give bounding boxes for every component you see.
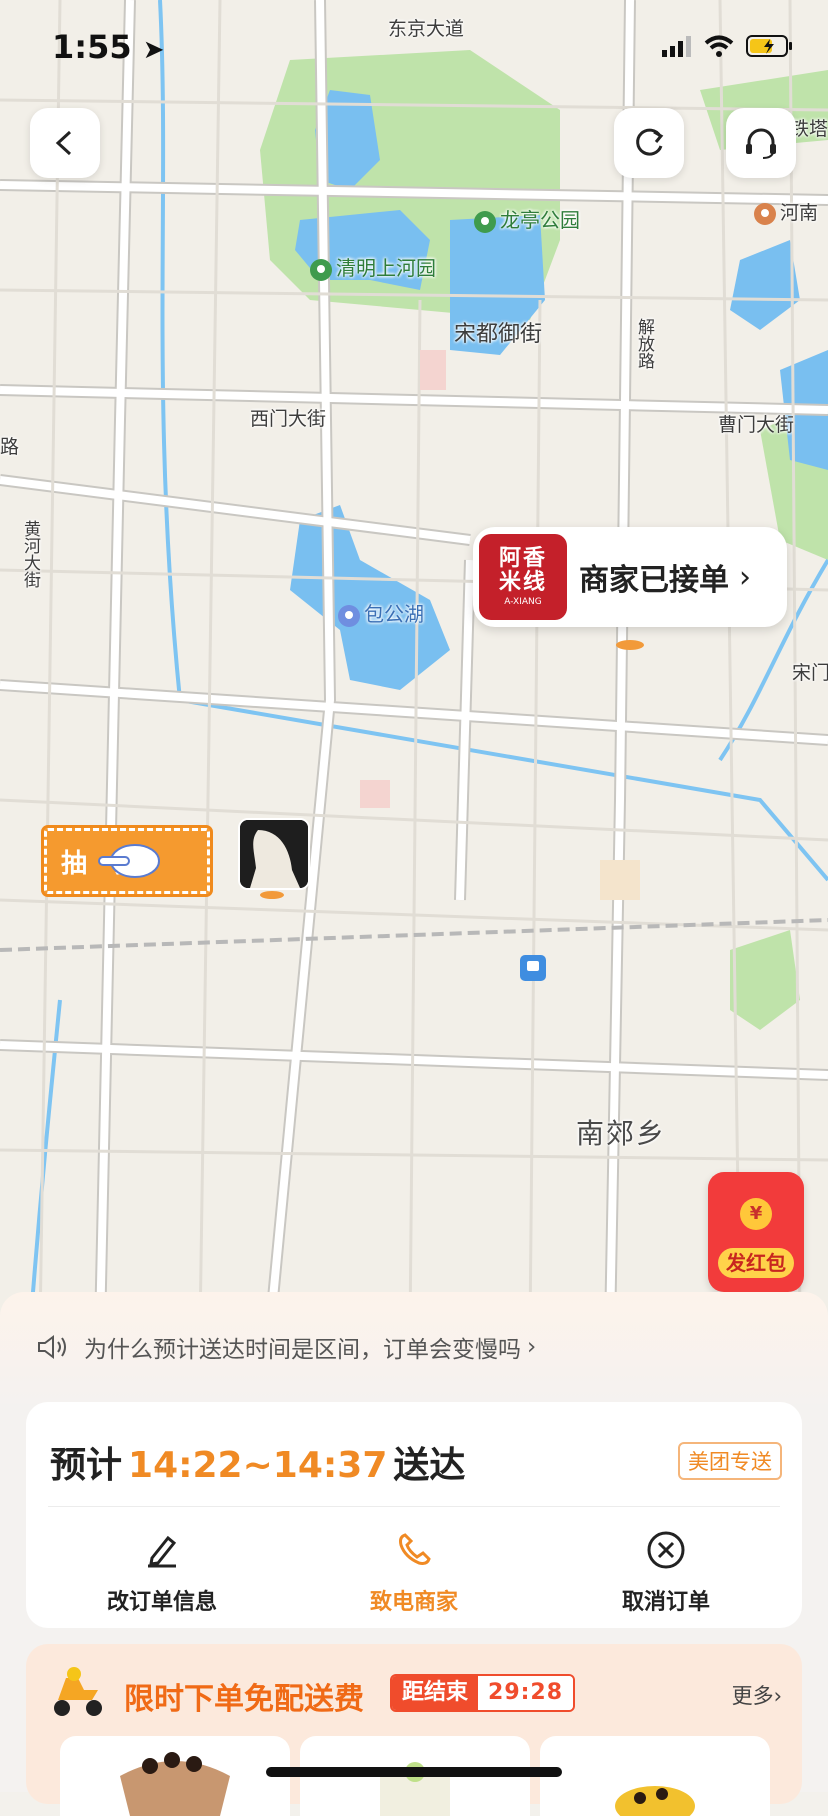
chevron-left-icon xyxy=(55,130,72,156)
close-circle-icon xyxy=(647,1531,685,1569)
promo-more-text: 更多 xyxy=(731,1684,774,1708)
map-label-road-left: 路 xyxy=(0,436,20,458)
park-icon xyxy=(474,210,496,233)
delivery-scooter-icon xyxy=(54,1667,102,1716)
map-label-nanjiao: 南郊乡 xyxy=(576,1117,667,1150)
merchant-status-bubble[interactable]: 阿香米线 A-XIANG 商家已接单 › xyxy=(473,527,787,627)
promo-more-link[interactable]: 更多› xyxy=(732,1680,782,1710)
home-indicator[interactable] xyxy=(266,1767,562,1777)
hand-pointer-icon xyxy=(98,844,160,878)
headset-icon xyxy=(746,128,776,159)
merchant-logo-en: A-XIANG xyxy=(504,597,542,607)
edit-order-label: 改订单信息 xyxy=(106,1590,217,1615)
wifi-icon xyxy=(704,35,734,57)
phone-icon xyxy=(399,1533,431,1565)
eta-notice[interactable]: 为什么预计送达时间是区间，订单会变慢吗 › xyxy=(36,1330,536,1364)
map-label-ximen-street: 西门大街 xyxy=(250,408,327,430)
promo-countdown: 距结束 29:28 xyxy=(390,1674,576,1712)
map-label-qingming-garden[interactable]: 清明上河园 xyxy=(310,252,436,281)
location-arrow-icon: ➤ xyxy=(142,35,165,65)
promo-product-card[interactable] xyxy=(540,1736,770,1816)
order-sheet: 为什么预计送达时间是区间，订单会变慢吗 › 预计 14:22~14:37 送达 … xyxy=(0,1292,828,1816)
eta-notice-text: 为什么预计送达时间是区间，订单会变慢吗 xyxy=(84,1337,521,1363)
promo-product-card[interactable] xyxy=(60,1736,290,1816)
speaker-icon xyxy=(38,1335,66,1359)
refresh-icon xyxy=(636,128,664,156)
cancel-order-label: 取消订单 xyxy=(621,1590,710,1615)
call-merchant-label: 致电商家 xyxy=(369,1590,458,1615)
status-time-text: 1:55 xyxy=(52,28,132,66)
map-label-songdu-street: 宋都御街 xyxy=(454,322,543,347)
eta-line: 预计 14:22~14:37 送达 xyxy=(50,1436,465,1488)
map-label-huanghe-street: 黄河大街 xyxy=(20,520,40,588)
school-icon xyxy=(754,202,776,225)
free-delivery-promo[interactable]: 限时下单免配送费 距结束 29:28 更多› xyxy=(26,1644,802,1816)
eta-range: 14:22~14:37 xyxy=(128,1445,388,1486)
cellular-signal-icon xyxy=(662,36,691,57)
bubble-tea-image xyxy=(120,1752,230,1816)
merchant-status-text: 商家已接单 xyxy=(579,563,729,598)
map-label-jiefang-road: 解放路 xyxy=(634,318,654,369)
countdown-label: 距结束 xyxy=(392,1676,479,1710)
status-time: 1:55 ➤ xyxy=(52,28,165,66)
avatar-image xyxy=(240,820,308,888)
divider xyxy=(48,1506,780,1507)
chevron-right-icon: › xyxy=(527,1334,537,1360)
map-view[interactable]: 东京大道 龙亭公园 清明上河园 宋都御街 解放路 西门大街 曹门大街 路 黄河大… xyxy=(0,0,828,1330)
merchant-logo: 阿香米线 A-XIANG xyxy=(479,534,567,620)
courier-avatar[interactable] xyxy=(238,818,310,890)
qingming-garden-text: 清明上河园 xyxy=(336,256,436,280)
promo-title: 限时下单免配送费 xyxy=(124,1682,364,1717)
baogong-lake-text: 包公湖 xyxy=(364,602,424,626)
map-label-henan[interactable]: 河南 xyxy=(754,198,818,225)
call-merchant-button[interactable]: 致电商家 xyxy=(314,1524,514,1616)
refresh-button[interactable] xyxy=(614,108,684,178)
countdown-time: 29:28 xyxy=(478,1676,574,1710)
longting-park-text: 龙亭公园 xyxy=(500,208,580,232)
edit-order-button[interactable]: 改订单信息 xyxy=(62,1524,262,1616)
lottery-tag[interactable]: 抽奖 xyxy=(41,825,213,897)
back-button[interactable] xyxy=(30,108,100,178)
battery-icon xyxy=(746,35,792,57)
cancel-order-button[interactable]: 取消订单 xyxy=(566,1524,766,1616)
dessert-image xyxy=(615,1786,695,1816)
status-icons xyxy=(662,34,794,58)
attraction-icon xyxy=(310,258,332,281)
red-packet-label: 发红包 xyxy=(718,1248,794,1278)
status-bar: 1:55 ➤ xyxy=(0,0,828,100)
merchant-logo-text: 阿香米线 xyxy=(498,546,547,595)
customer-service-button[interactable] xyxy=(726,108,796,178)
map-label-caomen-street: 曹门大街 xyxy=(718,414,795,436)
delivery-badge: 美团专送 xyxy=(678,1442,782,1480)
coin-icon: ¥ xyxy=(740,1198,772,1230)
eta-prefix: 预计 xyxy=(50,1445,123,1486)
order-card: 预计 14:22~14:37 送达 美团专送 改订单信息 致电商家 取消订单 xyxy=(26,1402,802,1628)
chevron-right-icon: › xyxy=(739,559,751,595)
pencil-icon xyxy=(148,1535,177,1568)
map-label-baogong-lake[interactable]: 包公湖 xyxy=(338,598,424,627)
map-label-songmen: 宋门 xyxy=(792,662,828,684)
map-canvas xyxy=(0,0,828,1330)
lake-icon xyxy=(338,604,360,627)
eta-suffix: 送达 xyxy=(393,1445,466,1486)
map-label-longting-park[interactable]: 龙亭公园 xyxy=(474,204,580,233)
henan-text: 河南 xyxy=(780,202,819,224)
red-packet-button[interactable]: ¥ 发红包 xyxy=(708,1172,804,1292)
